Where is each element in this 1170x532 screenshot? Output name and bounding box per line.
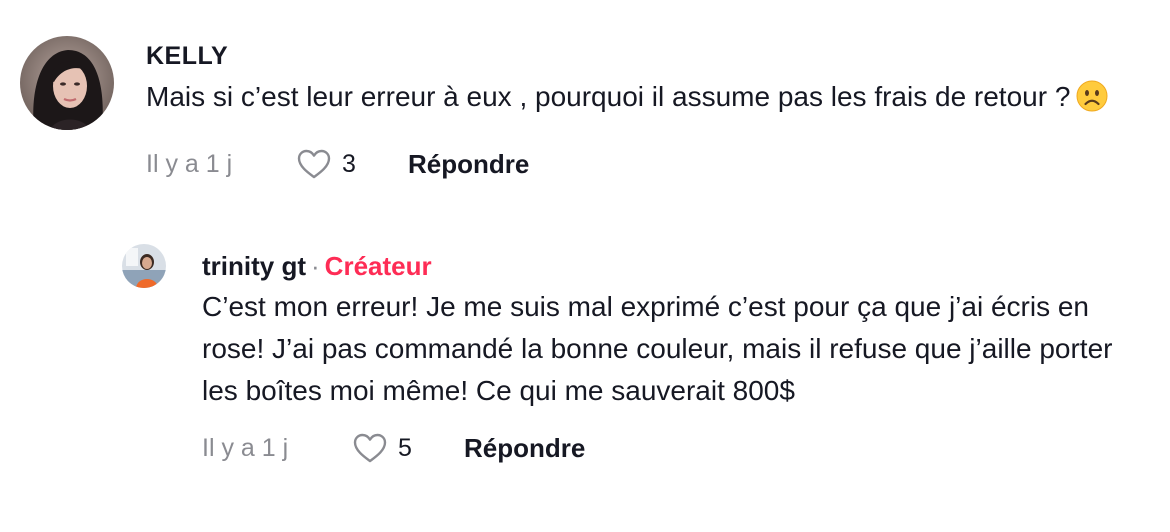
comment-time: Il y a 1 j [202, 433, 289, 462]
comment-text: Mais si c’est leur erreur à eux , pourqu… [146, 76, 1150, 124]
comment-meta: Il y a 1 j 5 Répondre [202, 428, 1152, 468]
comment-meta: Il y a 1 j 3 Répondre [146, 144, 1150, 184]
avatar-image [122, 244, 166, 288]
reply-button[interactable]: Répondre [464, 433, 585, 464]
comment-text-content: Mais si c’est leur erreur à eux , pourqu… [146, 81, 1071, 112]
comment-body: trinity gt · Créateur C’est mon erreur! Je… [202, 244, 1152, 468]
heart-icon [353, 433, 387, 463]
comment-username[interactable]: KELLY [146, 38, 1150, 74]
avatar[interactable] [20, 36, 114, 130]
like-count: 5 [398, 433, 412, 462]
comment-body: KELLY Mais si c’est leur erreur à eux , … [146, 36, 1150, 184]
creator-badge: Créateur [324, 251, 432, 281]
like-button[interactable]: 3 [296, 148, 408, 180]
comment-username[interactable]: trinity gt [202, 251, 306, 281]
avatar-image [20, 36, 114, 130]
separator-dot: · [311, 251, 320, 281]
like-button[interactable]: 5 [352, 432, 464, 464]
comment-header: trinity gt · Créateur [202, 248, 1152, 284]
like-count: 3 [342, 149, 356, 178]
frowning-face-emoji-icon [1076, 80, 1108, 124]
reply-button[interactable]: Répondre [408, 149, 529, 180]
comment-time: Il y a 1 j [146, 149, 233, 178]
comment-text: C’est mon erreur! Je me suis mal exprimé… [202, 291, 1113, 406]
avatar[interactable] [122, 244, 166, 288]
heart-icon [297, 149, 331, 179]
